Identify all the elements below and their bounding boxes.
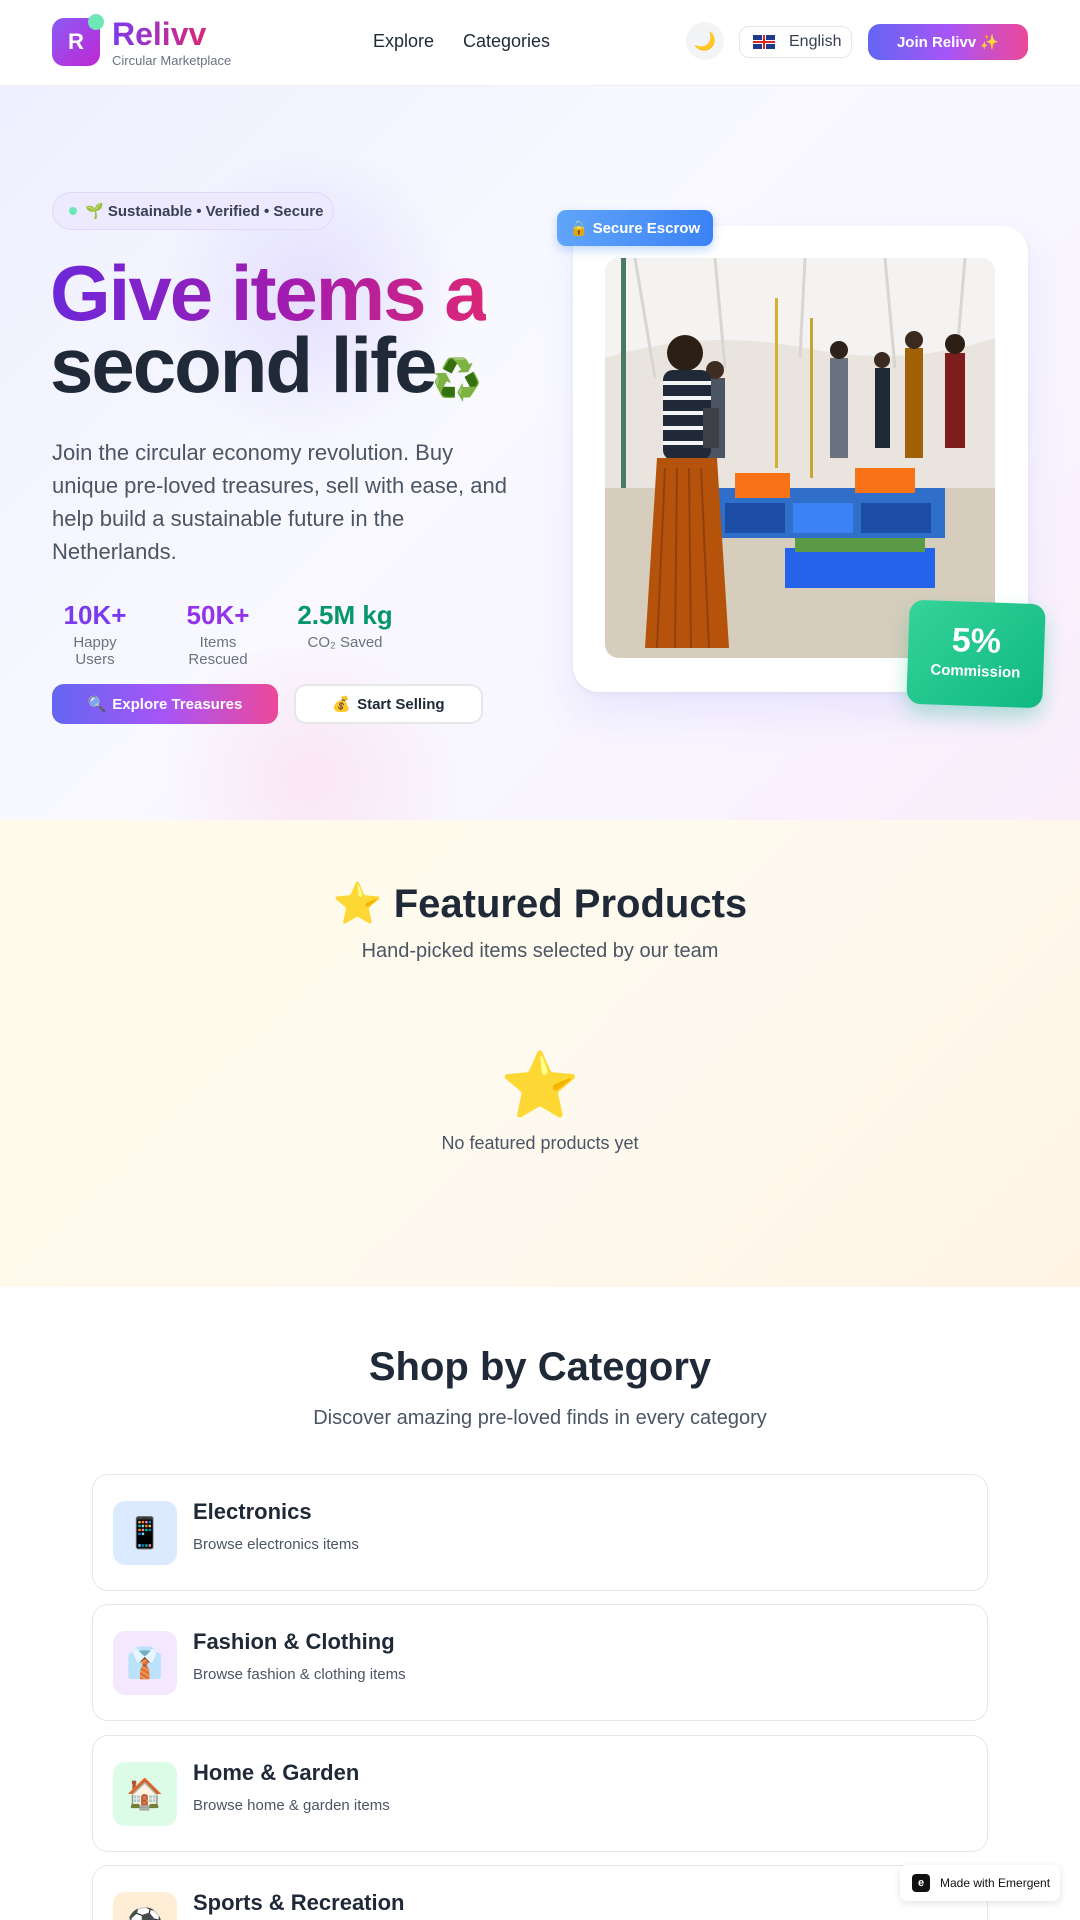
top-navbar: R Relivv Circular Marketplace Explore Ca… <box>0 0 1080 86</box>
logo-status-dot <box>88 14 104 30</box>
made-with-emergent-badge[interactable]: e Made with Emergent <box>900 1865 1060 1901</box>
hero-title-line2: second life <box>50 321 437 409</box>
secure-escrow-badge: 🔒 Secure Escrow <box>557 210 713 246</box>
brand-tagline: Circular Marketplace <box>112 53 232 68</box>
commission-label: Commission <box>930 661 1021 682</box>
money-bag-icon: 💰 <box>332 696 352 713</box>
category-desc: Browse fashion & clothing items <box>193 1666 406 1683</box>
start-selling-button[interactable]: 💰 Start Selling <box>294 684 483 724</box>
categories-subtitle: Discover amazing pre-loved finds in ever… <box>313 1407 767 1429</box>
star-icon: ⭐ <box>500 1049 580 1121</box>
hero-section: 🌱 Sustainable • Verified • Secure Give i… <box>0 86 1080 820</box>
explore-button-label: Explore Treasures <box>112 695 243 713</box>
decorative-blob <box>140 646 480 820</box>
brand-name[interactable]: Relivv <box>112 16 206 53</box>
commission-value: 5% <box>951 621 1002 661</box>
language-selector[interactable]: English <box>739 26 852 58</box>
house-icon: 🏠 <box>113 1762 177 1826</box>
emergent-logo-icon: e <box>912 1874 930 1892</box>
explore-treasures-button[interactable]: 🔍 Explore Treasures <box>52 684 278 724</box>
category-name: Sports & Recreation <box>193 1890 405 1915</box>
featured-title: ⭐ Featured Products <box>332 882 748 926</box>
stat-users-label: Happy Users <box>73 634 117 668</box>
stat-co2-label: CO₂ Saved <box>307 634 383 651</box>
status-dot <box>69 207 77 215</box>
market-photo <box>605 258 995 658</box>
featured-subtitle: Hand-picked items selected by our team <box>361 940 719 962</box>
category-card-fashion[interactable]: 👔 Fashion & Clothing Browse fashion & cl… <box>92 1604 988 1721</box>
stat-users-value: 10K+ <box>63 600 127 630</box>
commission-badge: 5% Commission <box>906 599 1046 709</box>
hero-description: Join the circular economy revolution. Bu… <box>52 440 507 564</box>
stat-items-label: Items Rescued <box>188 634 248 668</box>
escrow-label: Secure Escrow <box>592 219 701 237</box>
stat-co2-value: 2.5M kg <box>297 600 393 630</box>
sell-button-label: Start Selling <box>357 695 445 713</box>
search-icon: 🔍 <box>87 696 107 713</box>
stat-items-value: 50K+ <box>186 600 250 630</box>
language-label: English <box>789 33 842 50</box>
category-name: Fashion & Clothing <box>193 1629 395 1654</box>
moon-icon: 🌙 <box>693 30 717 51</box>
recycle-icon: ♻️ <box>432 358 482 402</box>
category-card-home-garden[interactable]: 🏠 Home & Garden Browse home & garden ite… <box>92 1735 988 1852</box>
join-button[interactable]: Join Relivv ✨ <box>868 24 1028 60</box>
nav-explore[interactable]: Explore <box>373 31 434 52</box>
trust-pill: 🌱 Sustainable • Verified • Secure <box>52 192 334 230</box>
logo-letter: R <box>68 29 84 54</box>
category-name: Home & Garden <box>193 1760 360 1785</box>
dark-mode-toggle[interactable]: 🌙 <box>686 22 724 60</box>
category-name: Electronics <box>193 1499 312 1524</box>
uk-flag-icon <box>753 35 775 49</box>
phone-icon: 📱 <box>113 1501 177 1565</box>
shirt-tie-icon: 👔 <box>113 1631 177 1695</box>
lock-icon: 🔒 <box>569 220 589 237</box>
category-desc: Browse electronics items <box>193 1536 359 1553</box>
emergent-label: Made with Emergent <box>940 1876 1051 1890</box>
soccer-ball-icon: ⚽ <box>113 1892 177 1920</box>
nav-categories[interactable]: Categories <box>463 31 550 52</box>
category-desc: Browse home & garden items <box>193 1797 390 1814</box>
market-scene-illustration <box>605 258 995 658</box>
empty-state-text: No featured products yet <box>441 1133 639 1153</box>
featured-products-section: ⭐ Featured Products Hand-picked items se… <box>0 820 1080 1287</box>
trust-pill-text: 🌱 Sustainable • Verified • Secure <box>85 203 324 220</box>
category-card-sports[interactable]: ⚽ Sports & Recreation <box>92 1865 988 1920</box>
categories-title: Shop by Category <box>368 1345 712 1389</box>
category-card-electronics[interactable]: 📱 Electronics Browse electronics items <box>92 1474 988 1591</box>
